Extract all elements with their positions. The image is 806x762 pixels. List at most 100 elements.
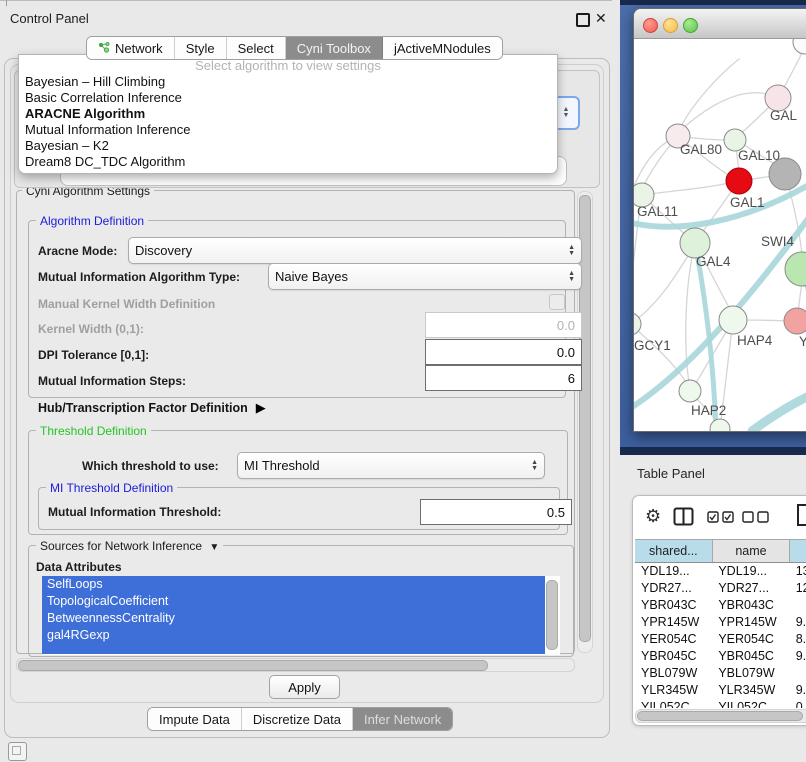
table-cell[interactable]: 9. xyxy=(790,648,806,665)
mi-steps-field[interactable]: 6 xyxy=(425,365,582,391)
table-row[interactable]: YBR045CYBR045C9. xyxy=(635,648,806,665)
table-cell[interactable]: 12 xyxy=(790,580,806,597)
table-row[interactable]: YBR043CYBR043C xyxy=(635,597,806,614)
network-node[interactable] xyxy=(769,158,801,190)
table-cell[interactable]: YDL19... xyxy=(712,563,789,580)
tab-jactivemnodules[interactable]: jActiveMNodules xyxy=(383,37,502,59)
table-body[interactable]: YDL19...YDL19...13YDR27...YDR27...12YBR0… xyxy=(635,563,806,708)
table-cell[interactable]: YPR145W xyxy=(635,614,712,631)
table-cell[interactable]: 0. xyxy=(790,699,806,708)
settings-hscroll-thumb[interactable] xyxy=(18,660,488,671)
collapse-arrow-icon[interactable]: ▼ xyxy=(209,542,219,553)
which-threshold-combo[interactable]: MI Threshold ▲▼ xyxy=(237,452,545,479)
close-icon[interactable]: ✕ xyxy=(595,11,607,25)
table-cell[interactable]: 13 xyxy=(790,563,806,580)
tab-select[interactable]: Select xyxy=(227,37,286,59)
aracne-mode-combo[interactable]: Discovery ▲▼ xyxy=(128,237,582,264)
algorithm-option[interactable]: Basic Correlation Inference xyxy=(19,90,557,106)
table-row[interactable]: YLR345WYLR345W9. xyxy=(635,682,806,699)
algorithm-option[interactable]: Dream8 DC_TDC Algorithm xyxy=(19,154,557,170)
split-columns-icon[interactable] xyxy=(673,507,694,526)
manual-kernel-checkbox[interactable] xyxy=(549,294,565,310)
attributes-scrollbar-thumb[interactable] xyxy=(546,580,558,650)
network-canvas[interactable]: GALGAL80GAL10GAL1GAL11GAL4SWI4HAP4YGCY1H… xyxy=(634,39,806,431)
close-traffic-light[interactable] xyxy=(643,18,658,33)
tab-network[interactable]: Network xyxy=(87,37,175,59)
table-row[interactable]: YER054CYER054C8. xyxy=(635,631,806,648)
table-cell[interactable]: YBR043C xyxy=(712,597,789,614)
table-row[interactable]: YDR27...YDR27...12 xyxy=(635,580,806,597)
network-node-hap4[interactable] xyxy=(719,306,747,334)
algorithm-option[interactable]: Mutual Information Inference xyxy=(19,122,557,138)
column-header-shared-name[interactable]: shared... xyxy=(635,540,713,562)
select-all-rows-icon[interactable] xyxy=(707,511,735,523)
table-cell[interactable]: YBL079W xyxy=(712,665,789,682)
attribute-list-item[interactable]: SelfLoops xyxy=(42,576,545,593)
algorithm-option[interactable]: Bayesian – Hill Climbing xyxy=(19,74,557,90)
dock-panel-icon[interactable] xyxy=(8,742,27,761)
sources-group-title[interactable]: Sources for Network Inference ▼ xyxy=(36,539,223,553)
table-cell[interactable] xyxy=(790,665,806,682)
table-cell[interactable]: YBR045C xyxy=(712,648,789,665)
restore-icon[interactable] xyxy=(576,13,590,27)
tab-discretize-data[interactable]: Discretize Data xyxy=(242,708,353,730)
table-row[interactable]: YBL079WYBL079W xyxy=(635,665,806,682)
table-cell[interactable]: YER054C xyxy=(635,631,712,648)
document-icon[interactable] xyxy=(796,503,806,527)
tab-infer-network[interactable]: Infer Network xyxy=(353,708,452,730)
network-window-titlebar[interactable] xyxy=(634,9,806,39)
network-node-y[interactable] xyxy=(784,308,806,334)
network-node-swi4[interactable] xyxy=(785,252,806,286)
kernel-width-field[interactable]: 0.0 xyxy=(425,312,582,338)
tab-impute-data[interactable]: Impute Data xyxy=(148,708,242,730)
algorithm-option[interactable]: ARACNE Algorithm xyxy=(19,106,557,122)
table-cell[interactable]: 8. xyxy=(790,631,806,648)
table-cell[interactable] xyxy=(790,597,806,614)
table-cell[interactable]: 9. xyxy=(790,682,806,699)
deselect-all-rows-icon[interactable] xyxy=(742,511,770,523)
apply-button[interactable]: Apply xyxy=(269,675,340,699)
table-cell[interactable]: YIL052C xyxy=(635,699,712,708)
table-cell[interactable]: YDR27... xyxy=(635,580,712,597)
mi-threshold-field[interactable]: 0.5 xyxy=(420,499,572,525)
minimize-traffic-light[interactable] xyxy=(663,18,678,33)
network-edge[interactable] xyxy=(634,254,689,324)
tab-style[interactable]: Style xyxy=(175,37,227,59)
gear-icon[interactable]: ⚙ xyxy=(645,507,661,525)
dpi-tolerance-field[interactable]: 0.0 xyxy=(425,339,582,365)
tab-cyni-toolbox[interactable]: Cyni Toolbox xyxy=(286,37,383,59)
column-header-name[interactable]: name xyxy=(713,540,791,562)
table-cell[interactable]: YLR345W xyxy=(635,682,712,699)
hub-definition-toggle[interactable]: Hub/Transcription Factor Definition ▶ xyxy=(38,400,266,416)
attribute-list-item[interactable]: gal4RGexp xyxy=(42,627,545,644)
attribute-list-item[interactable]: TopologicalCoefficient xyxy=(42,593,545,610)
table-row[interactable]: YPR145WYPR145W9. xyxy=(635,614,806,631)
table-row[interactable]: YDL19...YDL19...13 xyxy=(635,563,806,580)
list-item-partial[interactable] xyxy=(42,644,545,654)
mi-type-combo[interactable]: Naive Bayes ▲▼ xyxy=(268,263,582,290)
table-cell[interactable]: 9. xyxy=(790,614,806,631)
data-attributes-list[interactable]: SelfLoopsTopologicalCoefficientBetweenne… xyxy=(42,576,560,655)
table-cell[interactable]: YDL19... xyxy=(635,563,712,580)
column-header-partial[interactable]: A xyxy=(790,540,806,562)
zoom-traffic-light[interactable] xyxy=(683,18,698,33)
table-cell[interactable]: YER054C xyxy=(712,631,789,648)
network-node[interactable] xyxy=(710,419,730,431)
table-cell[interactable]: YBR043C xyxy=(635,597,712,614)
expand-arrow-icon[interactable]: ▶ xyxy=(256,400,266,416)
table-cell[interactable]: YBL079W xyxy=(635,665,712,682)
algorithm-option[interactable]: Bayesian – K2 xyxy=(19,138,557,154)
attribute-list-item[interactable]: BetweennessCentrality xyxy=(42,610,545,627)
network-node[interactable] xyxy=(793,39,806,54)
table-row[interactable]: YIL052CYIL052C0. xyxy=(635,699,806,708)
table-cell[interactable]: YPR145W xyxy=(712,614,789,631)
table-hscroll-thumb[interactable] xyxy=(637,711,803,721)
network-node-gal1[interactable] xyxy=(726,168,752,194)
table-cell[interactable]: YLR345W xyxy=(712,682,789,699)
table-cell[interactable]: YDR27... xyxy=(712,580,789,597)
network-edge[interactable] xyxy=(680,59,739,129)
network-edge[interactable] xyxy=(752,387,806,431)
table-cell[interactable]: YBR045C xyxy=(635,648,712,665)
table-cell[interactable]: YIL052C xyxy=(712,699,789,708)
network-node-hap2[interactable] xyxy=(679,380,701,402)
